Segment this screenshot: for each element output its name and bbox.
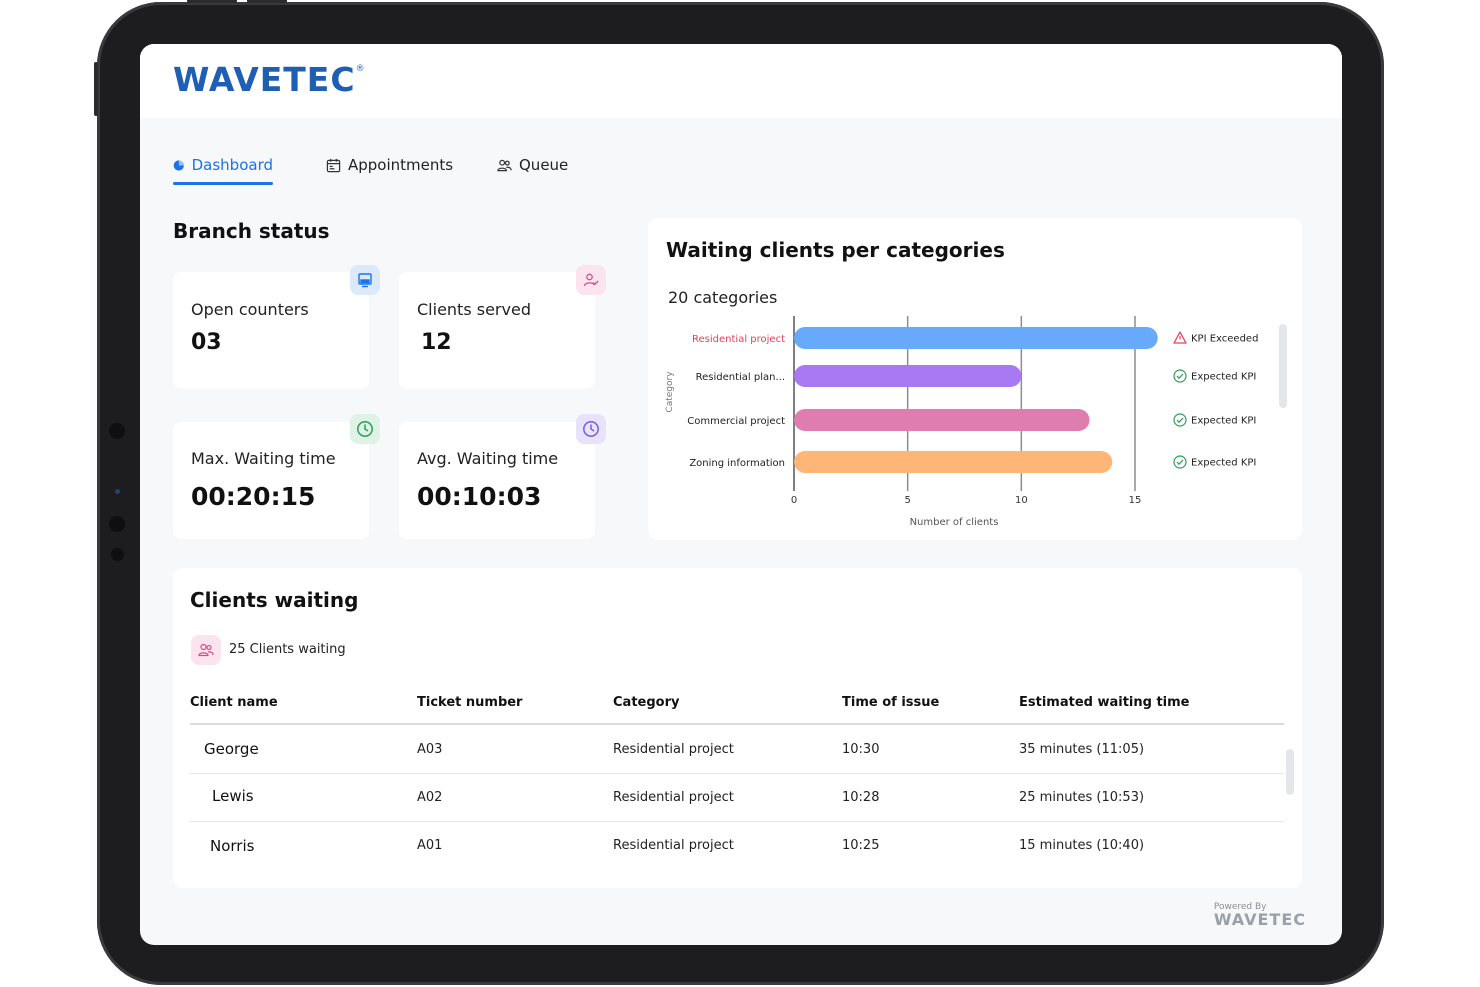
tablet-top-button <box>187 0 237 3</box>
user-check-icon <box>576 265 606 295</box>
clients-waiting-title: Clients waiting <box>190 588 359 612</box>
clients-waiting-panel: Clients waiting 25 Clients waiting Clien… <box>173 568 1302 888</box>
powered-by-logo: WAVETEC <box>1213 910 1306 929</box>
brand-logo: WAVETEC® <box>173 60 366 99</box>
stat-value: 00:10:03 <box>417 482 542 511</box>
table-row-divider <box>190 773 1284 774</box>
stat-label: Open counters <box>191 300 309 319</box>
clients-waiting-count: 25 Clients waiting <box>229 642 346 657</box>
stat-label: Avg. Waiting time <box>417 449 559 468</box>
column-header-ticket-number[interactable]: Ticket number <box>417 695 522 710</box>
category-label: Commercial project <box>687 416 785 427</box>
y-axis-label: Category <box>665 371 675 413</box>
category-label: Residential plan... <box>696 372 785 383</box>
x-tick-label: 15 <box>1129 495 1142 506</box>
ticket-number-cell: A02 <box>417 790 443 805</box>
tablet-side-button <box>94 62 98 116</box>
bar <box>794 451 1113 473</box>
category-cell: Residential project <box>613 790 734 805</box>
app-header: WAVETEC® <box>140 44 1342 118</box>
check-circle-icon <box>1173 413 1187 427</box>
waiting-clients-chart-panel: Waiting clients per categories 20 catego… <box>648 218 1302 540</box>
users-icon <box>191 635 221 665</box>
kpi-status-label: Expected KPI <box>1191 372 1256 383</box>
stat-value: 00:20:15 <box>191 482 316 511</box>
estimated-waiting-time-cell: 15 minutes (10:40) <box>1019 838 1145 853</box>
client-name-cell[interactable]: George <box>204 740 259 758</box>
category-label: Residential project <box>692 334 785 345</box>
client-name-cell[interactable]: Lewis <box>212 787 254 805</box>
tablet-top-button <box>247 0 287 3</box>
tab-label: Appointments <box>348 156 454 174</box>
table-header-divider <box>190 723 1284 725</box>
stat-label: Clients served <box>417 300 531 319</box>
monitor-icon <box>350 265 380 295</box>
column-header-category[interactable]: Category <box>613 695 679 710</box>
waiting-clients-bar-chart: 0 5 10 15 Number of clients Category Residenti… <box>665 316 1258 528</box>
clock-icon <box>576 414 606 444</box>
bar <box>794 327 1158 349</box>
time-of-issue-cell: 10:30 <box>842 742 880 757</box>
x-tick-label: 10 <box>1015 495 1028 506</box>
x-tick-label: 5 <box>904 495 910 506</box>
column-header-estimated-waiting-time[interactable]: Estimated waiting time <box>1019 695 1190 710</box>
users-icon <box>497 159 512 172</box>
pie-chart-icon <box>173 160 184 171</box>
table-row-divider <box>190 821 1284 822</box>
bar <box>794 409 1090 431</box>
chart-scrollbar[interactable] <box>1279 324 1287 408</box>
x-axis-label: Number of clients <box>910 517 999 528</box>
stat-card-clients-served: Clients served 12 <box>399 272 595 389</box>
tab-label: Dashboard <box>191 156 273 174</box>
tab-dashboard[interactable]: Dashboard <box>173 156 273 186</box>
kpi-status-label: Expected KPI <box>1191 458 1256 469</box>
clock-icon <box>350 414 380 444</box>
time-of-issue-cell: 10:28 <box>842 790 880 805</box>
tab-label: Queue <box>519 156 569 174</box>
tablet-indicator <box>115 489 120 494</box>
check-mark <box>1176 373 1184 380</box>
check-mark <box>1176 459 1184 466</box>
category-label: Zoning information <box>689 458 785 469</box>
tab-appointments[interactable]: Appointments <box>326 156 456 186</box>
table-scrollbar[interactable] <box>1286 749 1294 795</box>
category-cell: Residential project <box>613 838 734 853</box>
bar <box>794 365 1022 387</box>
ticket-number-cell: A03 <box>417 742 443 757</box>
check-circle-icon <box>1173 455 1187 469</box>
stat-value: 12 <box>421 330 452 355</box>
column-header-time-of-issue[interactable]: Time of issue <box>842 695 939 710</box>
estimated-waiting-time-cell: 35 minutes (11:05) <box>1019 742 1145 757</box>
stat-card-open-counters: Open counters 03 <box>173 272 369 389</box>
stat-label: Max. Waiting time <box>191 449 336 468</box>
tablet-camera <box>109 423 125 439</box>
check-circle-icon <box>1173 369 1187 383</box>
column-header-client-name[interactable]: Client name <box>190 695 278 710</box>
calendar-icon <box>326 158 341 173</box>
kpi-status-label: KPI Exceeded <box>1191 334 1258 345</box>
x-tick-label: 0 <box>791 495 797 506</box>
stat-card-avg-waiting-time: Avg. Waiting time 00:10:03 <box>399 422 595 539</box>
time-of-issue-cell: 10:25 <box>842 838 880 853</box>
stat-card-max-waiting-time: Max. Waiting time 00:20:15 <box>173 422 369 539</box>
app-screen: WAVETEC® Dashboard Appointments Queue Br… <box>140 44 1342 945</box>
powered-by-footer: Powered By WAVETEC <box>1214 902 1306 929</box>
client-name-cell[interactable]: Norris <box>210 837 254 855</box>
estimated-waiting-time-cell: 25 minutes (10:53) <box>1019 790 1145 805</box>
tablet-sensor <box>111 548 124 561</box>
stat-value: 03 <box>191 330 222 355</box>
tab-queue[interactable]: Queue <box>497 156 577 186</box>
branch-status-title: Branch status <box>173 219 330 243</box>
tablet-sensor <box>109 516 125 532</box>
kpi-status-label: Expected KPI <box>1191 416 1256 427</box>
category-cell: Residential project <box>613 742 734 757</box>
ticket-number-cell: A01 <box>417 838 443 853</box>
check-mark <box>1176 417 1184 424</box>
